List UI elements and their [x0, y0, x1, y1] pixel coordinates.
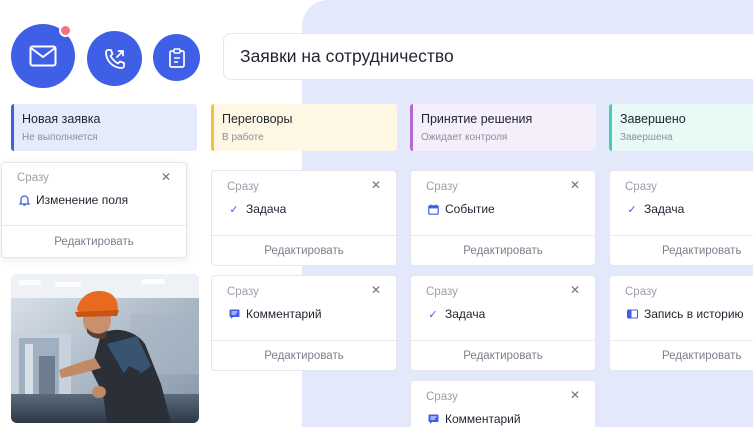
- action-label: Задача: [445, 307, 486, 321]
- notification-badge: [59, 24, 72, 37]
- action-label: Задача: [644, 202, 685, 216]
- automation-card[interactable]: Сразу Запись в историю Редактировать: [609, 275, 753, 371]
- close-icon[interactable]: ✕: [570, 284, 580, 296]
- stage-status: Ожидает контроля: [421, 132, 508, 143]
- trigger-timing: Сразу: [625, 181, 657, 193]
- edit-button[interactable]: Редактировать: [610, 340, 753, 370]
- calendar-icon: [426, 202, 440, 216]
- automation-card[interactable]: Сразу ✕ ✓ Задача Редактировать: [410, 275, 596, 371]
- stage-negotiations[interactable]: Переговоры В работе: [211, 104, 397, 151]
- stage-status: Не выполняется: [22, 132, 98, 143]
- comment-icon: [227, 307, 241, 321]
- automation-card[interactable]: Сразу ✕ Событие Редактировать: [410, 170, 596, 266]
- mail-icon: [29, 45, 57, 67]
- phone-icon: [104, 48, 125, 69]
- trigger-timing: Сразу: [625, 286, 657, 298]
- close-icon[interactable]: ✕: [570, 389, 580, 401]
- edit-button[interactable]: Редактировать: [212, 235, 396, 265]
- check-icon: ✓: [229, 203, 239, 216]
- stage-decision[interactable]: Принятие решения Ожидает контроля: [410, 104, 596, 151]
- clipboard-icon: [168, 47, 185, 68]
- edit-button[interactable]: Редактировать: [411, 340, 595, 370]
- close-icon[interactable]: ✕: [161, 171, 171, 183]
- worker-photo: [11, 274, 199, 423]
- action-label: Изменение поля: [36, 193, 129, 207]
- close-icon[interactable]: ✕: [570, 179, 580, 191]
- action-label: Запись в историю: [644, 307, 744, 321]
- close-icon[interactable]: ✕: [371, 179, 381, 191]
- action-label: Комментарий: [445, 412, 521, 426]
- action-label: Задача: [246, 202, 287, 216]
- bell-icon: [17, 193, 31, 207]
- stage-completed[interactable]: Завершено Завершена: [609, 104, 753, 151]
- page-title: Заявки на сотрудничество: [223, 33, 753, 80]
- stage-new-request[interactable]: Новая заявка Не выполняется: [11, 104, 197, 151]
- automation-card[interactable]: Сразу ✓ Задача Редактировать: [609, 170, 753, 266]
- automation-card[interactable]: Сразу ✕ Комментарий: [410, 380, 596, 427]
- action-label: Событие: [445, 202, 495, 216]
- stage-status: В работе: [222, 132, 264, 143]
- stage-status: Завершена: [620, 132, 673, 143]
- phone-button[interactable]: [87, 31, 142, 86]
- edit-button[interactable]: Редактировать: [610, 235, 753, 265]
- edit-button[interactable]: Редактировать: [411, 235, 595, 265]
- history-icon: [625, 307, 639, 321]
- stage-name: Завершено: [620, 112, 686, 126]
- comment-icon: [426, 412, 440, 426]
- automation-card[interactable]: Сразу ✕ ✓ Задача Редактировать: [211, 170, 397, 266]
- close-icon[interactable]: ✕: [371, 284, 381, 296]
- document-button[interactable]: [153, 34, 200, 81]
- stage-name: Принятие решения: [421, 112, 533, 126]
- action-label: Комментарий: [246, 307, 322, 321]
- check-icon: ✓: [428, 308, 438, 321]
- stage-name: Новая заявка: [22, 112, 101, 126]
- stage-name: Переговоры: [222, 112, 293, 126]
- check-icon: ✓: [627, 203, 637, 216]
- automation-card[interactable]: Сразу ✕ Комментарий Редактировать: [211, 275, 397, 371]
- automation-card[interactable]: Сразу ✕ Изменение поля Редактировать: [1, 162, 187, 258]
- edit-button[interactable]: Редактировать: [212, 340, 396, 370]
- edit-button[interactable]: Редактировать: [2, 225, 186, 257]
